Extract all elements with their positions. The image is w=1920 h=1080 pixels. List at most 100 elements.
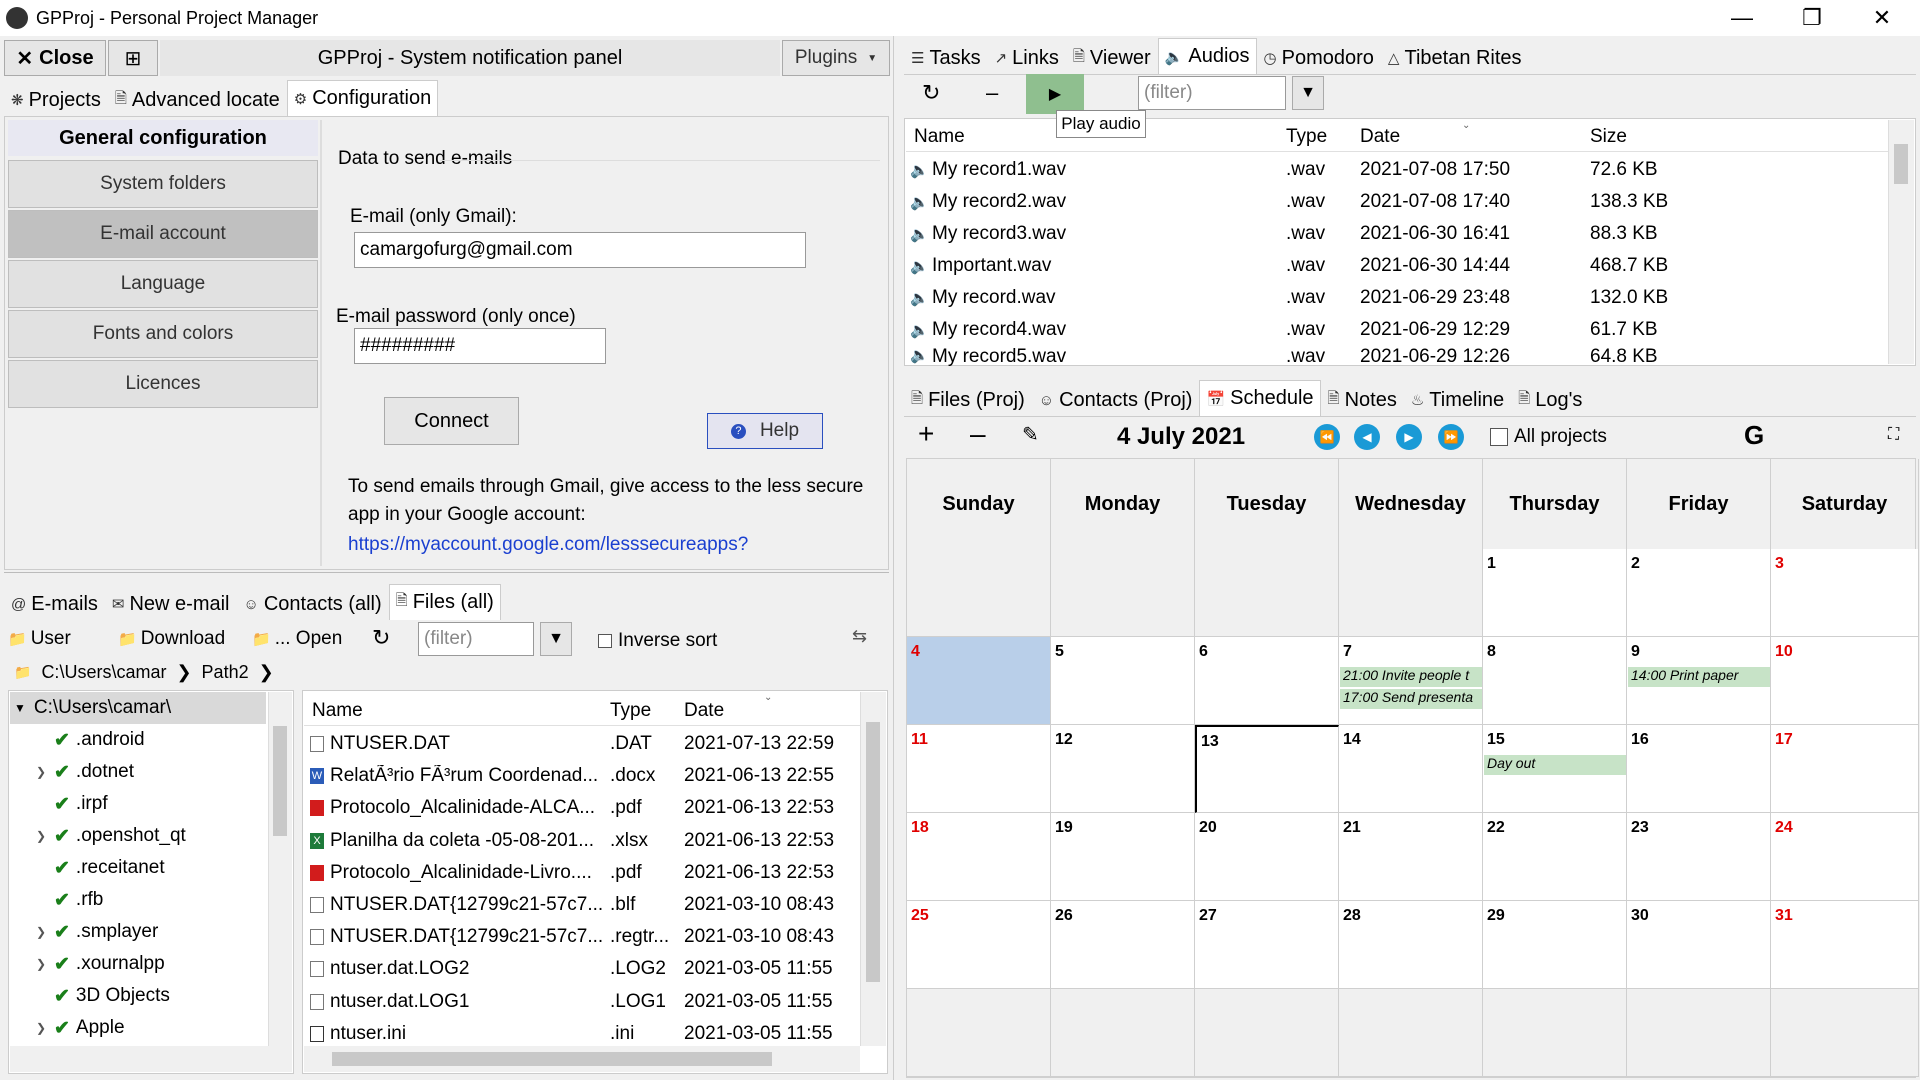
tab-timeline[interactable]: ♨ Timeline <box>1404 384 1511 416</box>
audio-filter-input[interactable]: (filter) <box>1138 76 1286 110</box>
calendar-day[interactable]: 30 <box>1627 901 1771 989</box>
refresh-icon[interactable]: ↻ <box>922 80 940 106</box>
prev-year-icon[interactable]: ⏪ <box>1314 424 1340 450</box>
restore-button[interactable]: ❐ <box>1782 0 1842 36</box>
config-language[interactable]: Language <box>8 260 318 308</box>
calendar-day[interactable]: 29 <box>1483 901 1627 989</box>
calendar-day[interactable]: 17 <box>1771 725 1919 813</box>
tree-item[interactable]: ✔ .receitanet <box>10 852 266 884</box>
files-hscrollbar[interactable] <box>304 1046 860 1072</box>
file-row[interactable]: Protocolo_Alcalinidade-ALCA... .pdf 2021-0… <box>304 792 860 824</box>
tree-scrollbar[interactable] <box>268 692 292 1046</box>
col-type[interactable]: Type <box>610 700 651 722</box>
config-fonts-colors[interactable]: Fonts and colors <box>8 310 318 358</box>
calendar-day[interactable]: 31 <box>1771 901 1919 989</box>
swap-icon[interactable]: ⇆ <box>852 626 867 647</box>
tree-item[interactable]: ❯ ✔ Apple <box>10 1012 266 1044</box>
calendar-day[interactable]: 3 <box>1771 549 1919 637</box>
calendar-day[interactable]: 16 <box>1627 725 1771 813</box>
calendar-day[interactable]: 2 <box>1627 549 1771 637</box>
calendar-day[interactable]: 26 <box>1051 901 1195 989</box>
calendar-day[interactable]: 8 <box>1483 637 1627 725</box>
calendar-day[interactable] <box>1195 549 1339 637</box>
tab-pomodoro[interactable]: ◷ Pomodoro <box>1257 42 1381 74</box>
tab-viewer[interactable]: 🗎 Viewer <box>1066 42 1158 74</box>
scroll-thumb[interactable] <box>1894 144 1908 184</box>
next-month-icon[interactable]: ▶ <box>1396 424 1422 450</box>
chevron-right-icon[interactable]: ❯ <box>36 957 50 971</box>
tab-logs[interactable]: 🗎 Log's <box>1511 384 1589 416</box>
breadcrumb-item[interactable]: C:\Users\camar <box>41 662 166 683</box>
tree-root[interactable]: ▼ C:\Users\camar\ <box>10 692 266 724</box>
calendar-day[interactable]: 22 <box>1483 813 1627 901</box>
files-filter-input[interactable]: (filter) <box>418 622 534 656</box>
calendar-event[interactable]: 14:00 Print paper <box>1628 667 1770 687</box>
calendar-day[interactable]: 27 <box>1195 901 1339 989</box>
calendar-day[interactable]: 23 <box>1627 813 1771 901</box>
chevron-right-icon[interactable]: ❯ <box>259 662 274 683</box>
remove-event-icon[interactable]: – <box>970 418 986 450</box>
tab-files-all[interactable]: 🗎 Files (all) <box>388 584 501 620</box>
next-year-icon[interactable]: ⏩ <box>1438 424 1464 450</box>
help-button[interactable]: ? Help <box>707 413 823 449</box>
calendar-day[interactable]: 19 <box>1051 813 1195 901</box>
col-date[interactable]: Date <box>1360 126 1400 148</box>
tab-contacts-all[interactable]: ☺ Contacts (all) <box>237 588 389 620</box>
tree-item[interactable]: ✔ .rfb <box>10 884 266 916</box>
add-event-icon[interactable]: + <box>918 418 934 450</box>
close-panel-button[interactable]: ✕ Close <box>4 40 106 76</box>
vertical-splitter[interactable] <box>893 36 900 1080</box>
calendar-day[interactable]: 5 <box>1051 637 1195 725</box>
calendar-day[interactable]: 21 <box>1339 813 1483 901</box>
all-projects-checkbox[interactable]: All projects <box>1490 426 1607 448</box>
calendar-day[interactable]: 6 <box>1195 637 1339 725</box>
calendar-day[interactable]: 14 <box>1339 725 1483 813</box>
tab-tasks[interactable]: ☰ Tasks <box>904 42 988 74</box>
audio-row[interactable]: 🔈 My record4.wav .wav 2021-06-29 12:29 61.7 … <box>906 314 1888 346</box>
calendar-day[interactable]: 20 <box>1195 813 1339 901</box>
calendar-day[interactable] <box>1339 549 1483 637</box>
connect-button[interactable]: Connect <box>384 397 519 445</box>
open-folder-button[interactable]: 📁... Open <box>252 628 342 650</box>
col-name[interactable]: Name <box>914 126 965 148</box>
tab-emails[interactable]: @ E-mails <box>4 588 105 620</box>
filter-clear-icon[interactable]: ▼ <box>1292 76 1324 110</box>
google-sync-icon[interactable]: G <box>1744 420 1764 451</box>
tree-item[interactable]: ✔ 3D Objects <box>10 980 266 1012</box>
audio-row[interactable]: 🔈 My record3.wav .wav 2021-06-30 16:41 88.3 … <box>906 218 1888 250</box>
audio-row[interactable]: 🔈 My record2.wav .wav 2021-07-08 17:40 138.3… <box>906 186 1888 218</box>
calendar-day[interactable]: 12 <box>1051 725 1195 813</box>
tab-new-email[interactable]: ✉ New e-mail <box>105 588 237 620</box>
tab-schedule[interactable]: 📅 Schedule <box>1199 380 1321 416</box>
config-licences[interactable]: Licences <box>8 360 318 408</box>
scroll-thumb[interactable] <box>866 722 880 982</box>
tree-item[interactable]: ❯ ✔ .xournalpp <box>10 948 266 980</box>
audio-row[interactable]: 🔈 My record5.wav .wav 2021-06-29 12:26 64.8 … <box>906 346 1888 366</box>
file-row[interactable]: Protocolo_Alcalinidade-Livro.... .pdf 2021… <box>304 857 860 889</box>
tab-files-proj[interactable]: 🗎 Files (Proj) <box>904 384 1032 416</box>
calendar-event[interactable]: Day out <box>1484 755 1626 775</box>
chevron-right-icon[interactable]: ❯ <box>36 829 50 843</box>
tab-advanced-locate[interactable]: 🗎 Advanced locate <box>108 84 287 116</box>
tree-hscrollbar[interactable] <box>10 1046 292 1072</box>
files-scrollbar[interactable] <box>860 692 886 1046</box>
calendar-day[interactable] <box>907 549 1051 637</box>
grid-view-button[interactable]: ⊞ <box>108 40 158 76</box>
hscroll-thumb[interactable] <box>332 1052 772 1066</box>
tab-links[interactable]: ↗ Links <box>988 42 1066 74</box>
file-row[interactable]: W RelatÃ³rio FÃ³rum Coordenad... .docx 2021… <box>304 760 860 792</box>
edit-event-icon[interactable]: ✎ <box>1022 422 1039 447</box>
chevron-right-icon[interactable]: ❯ <box>36 925 50 939</box>
inverse-sort-checkbox[interactable]: Inverse sort <box>598 630 717 652</box>
minimize-button[interactable]: — <box>1712 0 1772 36</box>
audio-row[interactable]: 🔈 My record.wav .wav 2021-06-29 23:48 132.0 … <box>906 282 1888 314</box>
calendar-day[interactable]: 11 <box>907 725 1051 813</box>
file-row[interactable]: NTUSER.DAT{12799c21-57c7... .regtr... 2021… <box>304 921 860 953</box>
refresh-icon[interactable]: ↻ <box>372 625 390 651</box>
config-system-folders[interactable]: System folders <box>8 160 318 208</box>
tree-item[interactable]: ❯ ✔ .openshot_qt <box>10 820 266 852</box>
user-folder-button[interactable]: 📁 User <box>8 628 71 650</box>
audio-row[interactable]: 🔈 Important.wav .wav 2021-06-30 14:44 468.7 … <box>906 250 1888 282</box>
chevron-right-icon[interactable]: ❯ <box>36 765 50 779</box>
calendar-day[interactable]: 10 <box>1771 637 1919 725</box>
